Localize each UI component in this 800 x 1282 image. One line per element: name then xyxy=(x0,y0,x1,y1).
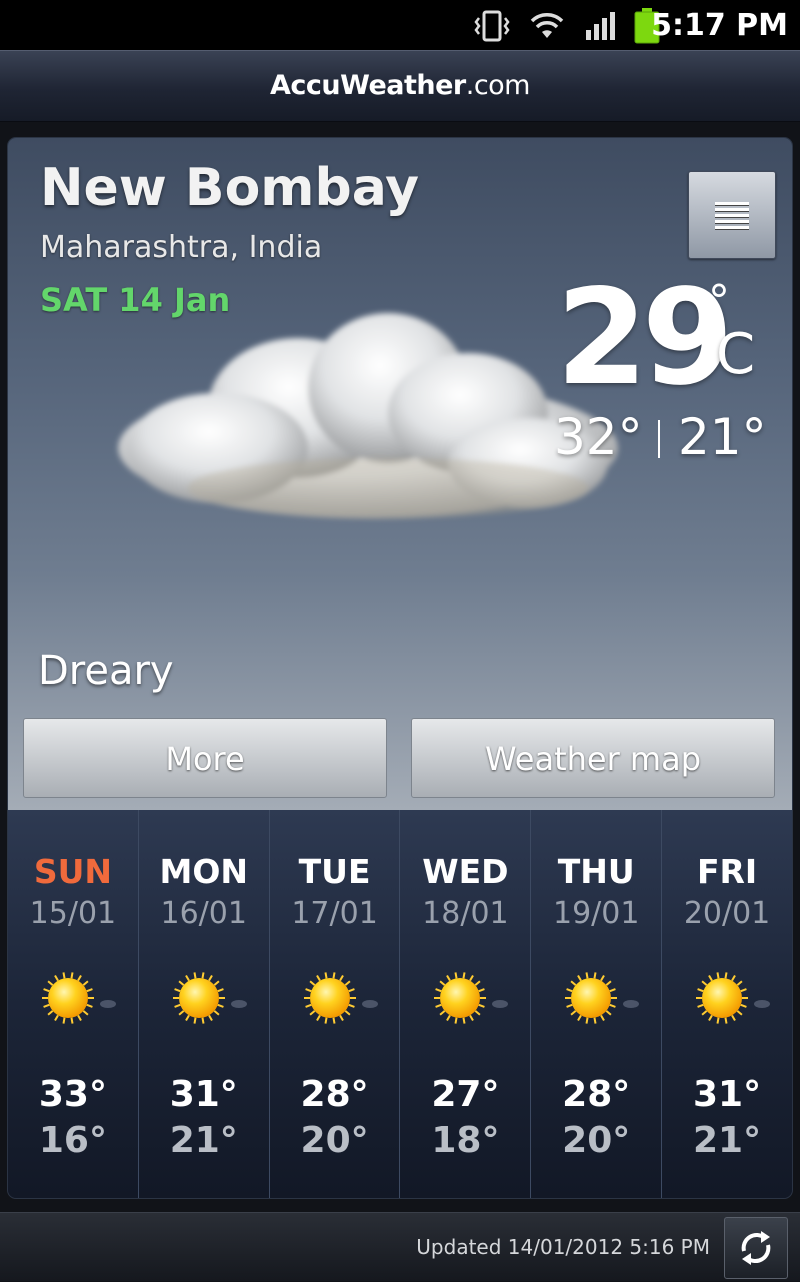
brand-logo: AccuWeather.com xyxy=(270,70,530,101)
forecast-low: 21° xyxy=(693,1120,762,1161)
forecast-day[interactable]: MON 16/01 31° 21° xyxy=(139,810,270,1198)
forecast-low: 20° xyxy=(300,1120,369,1161)
wifi-icon xyxy=(530,13,564,38)
forecast-high: 27° xyxy=(431,1074,500,1115)
region-name: Maharashtra, India xyxy=(40,230,323,265)
forecast-date: 19/01 xyxy=(552,896,640,931)
brand-main: AccuWeather xyxy=(270,70,466,101)
forecast-date: 20/01 xyxy=(683,896,771,931)
low-temperature: 21° xyxy=(678,408,767,466)
weather-map-button[interactable]: Weather map xyxy=(411,718,775,798)
forecast-high: 31° xyxy=(693,1074,762,1115)
forecast-day[interactable]: WED 18/01 27° 18° xyxy=(400,810,532,1198)
status-icons xyxy=(474,6,660,46)
condition-text: Dreary xyxy=(38,648,174,694)
current-temperature: 29 xyxy=(556,261,734,415)
vibrate-icon xyxy=(474,10,510,42)
forecast-high: 33° xyxy=(38,1074,107,1115)
forecast-day-name: THU xyxy=(557,852,635,891)
forecast-low: 21° xyxy=(169,1120,238,1161)
weather-card: New Bombay Maharashtra, India SAT 14 Jan xyxy=(8,138,792,1198)
forecast-low: 16° xyxy=(38,1120,107,1161)
current-conditions: New Bombay Maharashtra, India SAT 14 Jan xyxy=(8,138,792,810)
temperature-unit: C xyxy=(716,322,756,387)
forecast-day-name: SUN xyxy=(33,852,112,891)
status-time: 5:17 PM xyxy=(651,8,788,43)
refresh-icon xyxy=(741,1231,771,1265)
sun-icon xyxy=(303,972,378,1024)
menu-button[interactable] xyxy=(688,171,776,259)
menu-icon xyxy=(715,202,749,230)
brand-domain: .com xyxy=(465,70,531,101)
signal-icon xyxy=(586,12,615,40)
forecast-date: 16/01 xyxy=(160,896,247,931)
forecast-date: 18/01 xyxy=(422,896,509,931)
sun-icon xyxy=(565,972,640,1024)
forecast-day-name: FRI xyxy=(696,852,758,891)
footer-bar: Updated 14/01/2012 5:16 PM xyxy=(0,1212,800,1281)
forecast-low: 20° xyxy=(562,1120,631,1161)
sun-icon xyxy=(696,972,771,1024)
more-button[interactable]: More xyxy=(23,718,387,798)
forecast-day[interactable]: THU 19/01 28° 20° xyxy=(531,810,663,1198)
forecast-strip: SUN 15/01 33° 16° MON 16/01 31° 21° TUE … xyxy=(8,810,792,1198)
status-bar: 5:17 PM xyxy=(0,0,800,50)
updated-timestamp: Updated 14/01/2012 5:16 PM xyxy=(416,1235,710,1259)
hi-lo-divider xyxy=(658,420,660,458)
forecast-high: 28° xyxy=(562,1074,631,1115)
forecast-day[interactable]: TUE 17/01 28° 20° xyxy=(270,810,401,1198)
app-header: AccuWeather.com xyxy=(0,50,800,122)
sun-icon xyxy=(42,972,116,1024)
forecast-day[interactable]: SUN 15/01 33° 16° xyxy=(8,810,139,1198)
sun-icon xyxy=(172,972,247,1024)
degree-symbol: ° xyxy=(708,276,730,327)
forecast-day-name: WED xyxy=(422,852,509,891)
forecast-day-name: TUE xyxy=(298,852,371,891)
forecast-date: 17/01 xyxy=(291,896,378,931)
forecast-high: 28° xyxy=(300,1074,369,1115)
forecast-day-name: MON xyxy=(159,852,248,891)
forecast-low: 18° xyxy=(431,1120,500,1161)
forecast-high: 31° xyxy=(169,1074,238,1115)
forecast-day[interactable]: FRI 20/01 31° 21° xyxy=(662,810,792,1198)
forecast-date: 15/01 xyxy=(29,896,117,931)
city-name: New Bombay xyxy=(40,158,420,218)
sun-icon xyxy=(434,972,509,1024)
high-temperature: 32° xyxy=(554,408,643,466)
refresh-button[interactable] xyxy=(724,1217,788,1279)
